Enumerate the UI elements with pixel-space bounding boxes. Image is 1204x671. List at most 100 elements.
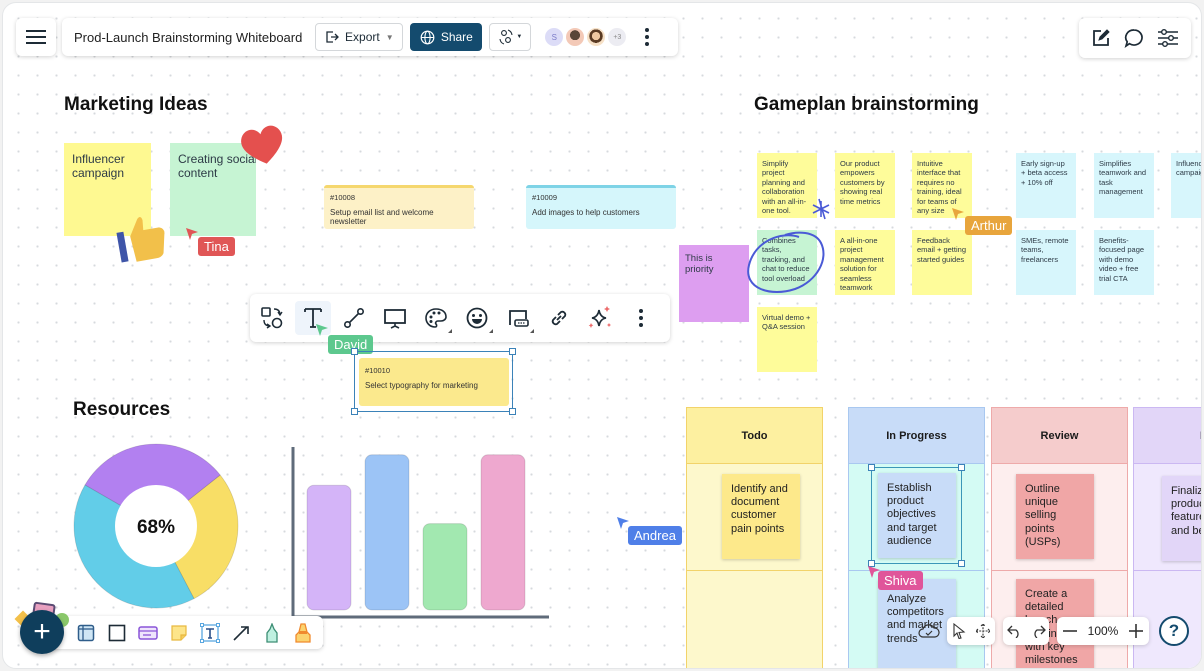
sticky-note[interactable]: Influencer campaign <box>1171 153 1201 218</box>
kanban-row: Establish product objectives and target … <box>849 464 984 571</box>
redo-icon[interactable] <box>1030 624 1046 638</box>
highlighter-icon <box>295 622 311 643</box>
card-id: #10009 <box>532 193 558 202</box>
add-button[interactable]: + <box>20 610 64 654</box>
chevron-down-icon: ▼ <box>516 34 523 40</box>
card-text: Add images to help customers <box>532 208 640 217</box>
rectangle-tool[interactable] <box>106 622 128 644</box>
context-toolbar <box>250 294 670 342</box>
hamburger-icon <box>26 30 46 44</box>
ai-sparkle-icon <box>588 306 611 328</box>
cursor-pointer-icon <box>952 208 964 220</box>
pointer-tools <box>947 617 995 645</box>
kanban-column-title[interactable]: Done <box>1134 408 1201 464</box>
board-title[interactable]: Prod-Launch Brainstorming Whiteboard <box>74 30 302 45</box>
history-tools <box>1003 617 1049 645</box>
sticky-note[interactable]: Our product empowers customers by showin… <box>835 153 895 218</box>
resize-handle[interactable] <box>958 560 965 567</box>
link-button[interactable] <box>541 301 577 335</box>
resize-handle[interactable] <box>351 348 358 355</box>
ai-assist-button[interactable] <box>582 301 618 335</box>
settings-button[interactable] <box>1157 28 1179 48</box>
collaboration-mode-button[interactable]: ▼ <box>489 23 532 51</box>
pan-move-icon[interactable] <box>974 623 991 639</box>
rectangle-icon <box>108 624 126 641</box>
card-text: Setup email list and welcome newsletter <box>330 208 434 226</box>
avatar[interactable] <box>566 28 585 46</box>
undo-icon[interactable] <box>1006 624 1023 638</box>
comment-button[interactable] <box>1124 28 1144 48</box>
text-box-tool[interactable] <box>199 622 221 644</box>
kanban-card[interactable]: Analyze competitors and market trends <box>878 579 956 668</box>
zoom-level[interactable]: 100% <box>1088 624 1119 638</box>
sticky-note[interactable]: Virtual demo + Q&A session <box>757 307 817 372</box>
resize-handle[interactable] <box>958 464 965 471</box>
sticky-note[interactable]: Early sign-up + beta access + 10% off <box>1016 153 1076 218</box>
bar-C <box>422 523 468 611</box>
card-10008[interactable]: #10008 Setup email list and welcome news… <box>324 185 474 229</box>
frame-tool[interactable] <box>75 622 97 644</box>
zoom-in-icon[interactable] <box>1128 623 1144 639</box>
card-color-bar <box>526 185 676 188</box>
sticky-note[interactable]: SMEs, remote teams, freelancers <box>1016 230 1076 295</box>
globe-icon <box>420 30 435 44</box>
sticky-note[interactable]: Feedback email + getting started guides <box>912 230 972 295</box>
emoji-button[interactable] <box>459 301 495 335</box>
sticky-note[interactable]: Benefits-focused page with demo video + … <box>1094 230 1154 295</box>
kanban-card[interactable]: Identify and document customer pain poin… <box>722 474 800 559</box>
avatar[interactable]: S <box>545 28 564 46</box>
edit-button[interactable] <box>1091 28 1111 48</box>
resize-handle[interactable] <box>509 348 516 355</box>
export-button[interactable]: Export ▼ <box>315 23 404 51</box>
highlighter-tool[interactable] <box>292 622 314 644</box>
connector-button[interactable] <box>336 301 372 335</box>
sticky-note[interactable]: A all-in-one project management solution… <box>835 230 895 295</box>
card-10009[interactable]: #10009 Add images to help customers <box>526 185 676 229</box>
pen-icon <box>266 622 278 643</box>
help-button[interactable]: ? <box>1159 616 1189 646</box>
emoji-icon <box>466 307 488 329</box>
select-pointer-icon[interactable] <box>952 623 966 639</box>
sticky-note-icon <box>171 624 187 641</box>
kanban-card[interactable]: Outline unique selling points (USPs) <box>1016 474 1094 559</box>
resize-handle[interactable] <box>868 464 875 471</box>
text-box-icon <box>200 622 220 643</box>
resize-handle[interactable] <box>509 408 516 415</box>
marketing-ideas-heading: Marketing Ideas <box>64 94 208 115</box>
avatar[interactable] <box>587 28 606 46</box>
presentation-button[interactable] <box>377 301 413 335</box>
settings-sliders-icon <box>1157 29 1178 47</box>
resize-handle[interactable] <box>351 408 358 415</box>
share-button[interactable]: Share <box>410 23 483 51</box>
more-icon <box>639 309 643 327</box>
kanban-row: Identify and document customer pain poin… <box>687 464 822 571</box>
card-style-button[interactable] <box>500 301 536 335</box>
sticky-note[interactable]: Simplifies teamwork and task management <box>1094 153 1154 218</box>
kanban-row <box>687 571 822 668</box>
card-tool[interactable] <box>137 622 159 644</box>
kanban-row: Finalize product features and benefits <box>1134 464 1201 571</box>
arrow-tool[interactable] <box>230 622 252 644</box>
avatar-overflow-count[interactable]: +3 <box>608 28 627 46</box>
kanban-column-title[interactable]: Todo <box>687 408 822 464</box>
more-options-button[interactable] <box>642 28 652 46</box>
color-palette-button[interactable] <box>418 301 454 335</box>
kanban-column-title[interactable]: Review <box>992 408 1127 464</box>
zoom-out-icon[interactable] <box>1062 623 1078 639</box>
bar-D <box>480 454 526 611</box>
convert-shape-button[interactable] <box>254 301 290 335</box>
cursor-pointer-icon <box>316 324 328 336</box>
collaborator-avatars[interactable]: S +3 <box>545 28 627 46</box>
kanban-column-title[interactable]: In Progress <box>849 408 984 464</box>
more-tools-button[interactable] <box>623 301 659 335</box>
main-menu-button[interactable] <box>16 18 56 56</box>
presentation-icon <box>384 309 406 329</box>
kanban-card[interactable]: Finalize product features and benefits <box>1162 476 1201 561</box>
pen-tool[interactable] <box>261 622 283 644</box>
link-icon <box>551 310 567 326</box>
card-10010[interactable]: #10010 Select typography for marketing <box>359 358 509 406</box>
chevron-down-icon: ▼ <box>385 32 394 42</box>
priority-sticky-note[interactable]: This is priority <box>679 245 749 322</box>
sticky-note-tool[interactable] <box>168 622 190 644</box>
whiteboard-canvas[interactable]: Prod-Launch Brainstorming Whiteboard Exp… <box>2 2 1202 669</box>
